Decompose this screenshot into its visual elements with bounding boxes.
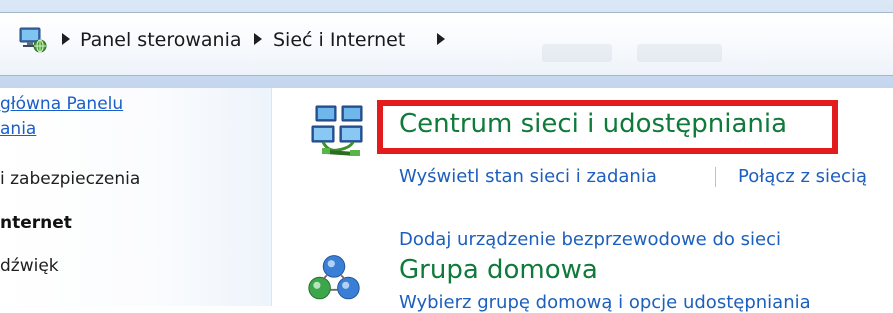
task-link-connect-to-network[interactable]: Połącz z siecią — [738, 166, 867, 187]
task-separator — [715, 167, 716, 187]
breadcrumb-dropdown-arrow-icon[interactable] — [437, 33, 445, 45]
address-bar-ghost-b — [637, 44, 722, 62]
breadcrumb-separator-icon[interactable] — [62, 33, 70, 45]
left-navigation-pane: główna Panelu ania i zabezpieczenia nter… — [0, 88, 272, 306]
nav-link-control-panel-home-line1[interactable]: główna Panelu — [0, 94, 123, 114]
address-bar-ghost-a — [542, 44, 612, 62]
task-link-add-wireless-device[interactable]: Dodaj urządzenie bezprzewodowe do sieci — [399, 229, 781, 250]
breadcrumb-siec-i-internet[interactable]: Sieć i Internet — [273, 29, 405, 51]
task-link-view-network-status[interactable]: Wyświetl stan sieci i zadania — [399, 166, 657, 187]
category-title-homegroup[interactable]: Grupa domowa — [399, 255, 598, 285]
homegroup-icon[interactable] — [304, 252, 364, 306]
task-link-choose-homegroup-options[interactable]: Wybierz grupę domową i opcje udostępnian… — [399, 292, 811, 313]
highlight-annotation-box — [377, 100, 838, 154]
nav-item-system-security[interactable]: i zabezpieczenia — [0, 169, 140, 189]
network-computer-icon[interactable] — [18, 26, 48, 54]
address-bar-region: Panel sterowania Sieć i Internet — [0, 0, 893, 88]
network-computers-icon[interactable] — [308, 102, 368, 162]
nav-link-control-panel-home-line2[interactable]: ania — [0, 119, 36, 139]
breadcrumb-separator-icon[interactable] — [254, 33, 262, 45]
breadcrumb-panel-sterowania[interactable]: Panel sterowania — [80, 29, 242, 51]
nav-item-network-internet: nternet — [0, 213, 72, 233]
nav-item-hardware-sound[interactable]: dźwięk — [0, 256, 59, 276]
